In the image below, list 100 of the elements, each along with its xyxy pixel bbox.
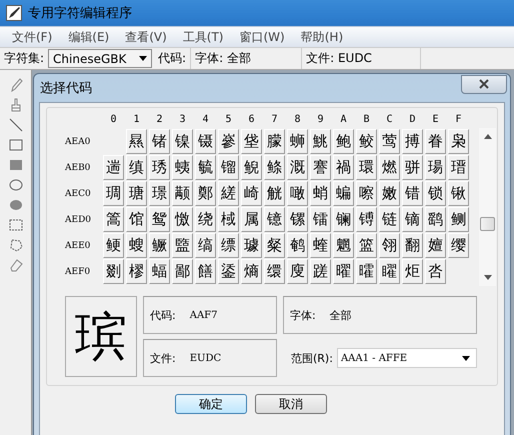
character-cell[interactable]: 鲠: [103, 233, 124, 258]
character-cell[interactable]: 鸳: [149, 207, 170, 232]
character-cell[interactable]: 瑭: [126, 181, 147, 206]
charset-dropdown[interactable]: ChineseGBK: [48, 49, 152, 68]
character-cell[interactable]: 曜: [333, 259, 354, 284]
character-cell[interactable]: 嫩: [379, 181, 400, 206]
character-cell[interactable]: 蝙: [333, 181, 354, 206]
close-button[interactable]: [461, 74, 507, 94]
character-cell[interactable]: 鮡: [310, 129, 331, 154]
menu-item[interactable]: 文件(F): [4, 28, 60, 46]
menu-item[interactable]: 查看(V): [117, 28, 175, 46]
character-cell[interactable]: 骈: [402, 155, 423, 180]
character-cell[interactable]: 噉: [287, 181, 308, 206]
character-cell[interactable]: 蹉: [310, 259, 331, 284]
character-cell[interactable]: 矅: [379, 259, 400, 284]
character-cell[interactable]: 鲵: [241, 155, 262, 180]
character-cell[interactable]: 缳: [264, 259, 285, 284]
character-cell[interactable]: 镏: [218, 155, 239, 180]
scroll-up-icon[interactable]: [484, 134, 492, 139]
character-cell[interactable]: 蛳: [287, 129, 308, 154]
character-cell[interactable]: 镊: [195, 129, 216, 154]
character-cell[interactable]: 链: [379, 207, 400, 232]
character-cell[interactable]: 篮: [356, 233, 377, 258]
character-cell[interactable]: 嚓: [356, 181, 377, 206]
rectangle-icon[interactable]: [8, 138, 22, 152]
character-cell[interactable]: 禍: [333, 155, 354, 180]
character-cell[interactable]: 错: [402, 181, 423, 206]
brush-icon[interactable]: [8, 98, 22, 112]
character-cell[interactable]: 鄭: [195, 181, 216, 206]
ellipse-icon[interactable]: [8, 178, 22, 192]
character-cell[interactable]: 镈: [356, 207, 377, 232]
character-cell[interactable]: 鹞: [425, 207, 446, 232]
character-cell[interactable]: 遄: [103, 155, 124, 180]
range-dropdown[interactable]: AAA1 - AFFE: [336, 348, 477, 368]
filled-ellipse-icon[interactable]: [8, 198, 22, 212]
character-cell[interactable]: 鋈: [218, 259, 239, 284]
character-cell[interactable]: 鲗: [448, 207, 469, 232]
character-cell[interactable]: 缟: [195, 233, 216, 258]
character-cell[interactable]: 瑨: [448, 155, 469, 180]
character-cell[interactable]: 毓: [195, 155, 216, 180]
character-cell[interactable]: 缥: [218, 233, 239, 258]
character-cell[interactable]: 縒: [218, 181, 239, 206]
character-cell[interactable]: 琱: [103, 181, 124, 206]
character-cell[interactable]: 嬗: [425, 233, 446, 258]
character-cell[interactable]: 瑒: [425, 155, 446, 180]
menu-item[interactable]: 工具(T): [174, 28, 232, 46]
character-cell[interactable]: 觥: [264, 181, 285, 206]
scrollbar[interactable]: [479, 128, 496, 286]
character-cell[interactable]: 棫: [218, 207, 239, 232]
character-cell[interactable]: 蛦: [172, 155, 193, 180]
character-cell[interactable]: 盬: [172, 233, 193, 258]
character-cell[interactable]: 饍: [195, 259, 216, 284]
character-cell[interactable]: 鄙: [172, 259, 193, 284]
character-cell[interactable]: 镙: [287, 207, 308, 232]
line-icon[interactable]: [8, 118, 22, 132]
character-cell[interactable]: 搏: [402, 129, 423, 154]
character-cell[interactable]: 锹: [448, 181, 469, 206]
character-cell[interactable]: 莺: [379, 129, 400, 154]
character-cell[interactable]: 呇: [425, 259, 446, 284]
freeform-selection-icon[interactable]: [8, 238, 22, 252]
character-cell[interactable]: 㬎: [126, 129, 147, 154]
character-cell[interactable]: 篙: [103, 207, 124, 232]
character-cell[interactable]: 環: [356, 155, 377, 180]
character-cell[interactable]: 蝠: [149, 259, 170, 284]
character-cell[interactable]: 属: [241, 207, 262, 232]
menu-item[interactable]: 窗口(W): [232, 28, 293, 46]
character-cell[interactable]: 螋: [126, 233, 147, 258]
character-cell[interactable]: 锗: [149, 129, 170, 154]
character-cell[interactable]: 璩: [241, 233, 262, 258]
character-cell[interactable]: 朦: [264, 129, 285, 154]
character-cell[interactable]: 镭: [310, 207, 331, 232]
character-cell[interactable]: 鹌: [287, 233, 308, 258]
character-cell[interactable]: 绕: [195, 207, 216, 232]
character-cell[interactable]: 憿: [172, 207, 193, 232]
character-cell[interactable]: 崎: [241, 181, 262, 206]
character-cell[interactable]: 魍: [333, 233, 354, 258]
character-cell[interactable]: 蛸: [310, 181, 331, 206]
character-cell[interactable]: 炬: [402, 259, 423, 284]
character-cell[interactable]: 鳜: [149, 233, 170, 258]
scroll-thumb[interactable]: [480, 217, 495, 231]
ok-button[interactable]: 确定: [175, 394, 247, 414]
menu-item[interactable]: 帮助(H): [292, 28, 352, 46]
character-cell[interactable]: 粲: [264, 233, 285, 258]
character-cell[interactable]: 镧: [333, 207, 354, 232]
menu-item[interactable]: 编辑(E): [60, 28, 118, 46]
character-cell[interactable]: 镝: [402, 207, 423, 232]
character-cell[interactable]: 鲦: [264, 155, 285, 180]
character-cell[interactable]: 眷: [425, 129, 446, 154]
character-cell[interactable]: 剟: [103, 259, 124, 284]
cancel-button[interactable]: 取消: [255, 394, 327, 414]
character-cell[interactable]: 镱: [264, 207, 285, 232]
character-cell[interactable]: 翎: [379, 233, 400, 258]
character-cell[interactable]: 鲍: [333, 129, 354, 154]
character-cell[interactable]: 璟: [149, 181, 170, 206]
character-cell[interactable]: 缨: [448, 233, 469, 258]
character-cell[interactable]: 锁: [425, 181, 446, 206]
character-cell[interactable]: 翻: [402, 233, 423, 258]
character-cell[interactable]: 琇: [149, 155, 170, 180]
character-cell[interactable]: 馆: [126, 207, 147, 232]
scroll-down-icon[interactable]: [484, 275, 492, 280]
